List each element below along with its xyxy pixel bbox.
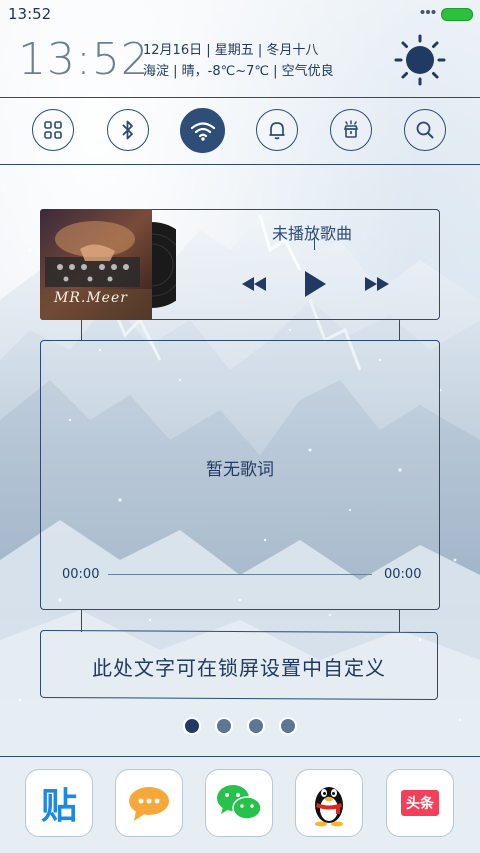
bell-icon — [269, 122, 285, 140]
bluetooth-icon — [122, 120, 133, 140]
lockscreen-header: 13:52 12月16日 | 星期五 | 冬月十八 海淀 | 晴，-8℃~7℃ … — [0, 28, 480, 98]
battery-icon — [441, 8, 473, 21]
wifi-icon — [190, 121, 215, 141]
status-bar: 13:52 — [0, 0, 480, 28]
play-icon[interactable] — [302, 269, 328, 299]
toggle-search[interactable] — [404, 109, 446, 151]
progress-bar[interactable] — [108, 574, 372, 575]
card-connector — [81, 320, 82, 341]
chat-bubble-icon — [129, 787, 169, 821]
status-time: 13:52 — [8, 5, 52, 23]
app-wechat[interactable] — [205, 769, 273, 837]
clock: 13:52 — [18, 34, 150, 85]
card-connector — [399, 610, 400, 632]
sun-icon — [394, 34, 446, 86]
album-art[interactable]: MR.Meer — [40, 209, 152, 320]
page-dot-active[interactable] — [183, 717, 201, 735]
app-dock: 贴 头条 — [0, 757, 480, 853]
divider — [0, 164, 480, 165]
date-line: 12月16日 | 星期五 | 冬月十八 — [143, 43, 319, 58]
toutiao-icon: 头条 — [401, 790, 439, 816]
tieba-icon: 贴 — [40, 786, 77, 827]
toggle-wifi[interactable] — [180, 108, 225, 153]
app-qq[interactable] — [295, 769, 363, 837]
more-dots-icon — [420, 10, 436, 14]
wechat-icon — [217, 785, 262, 820]
custom-text: 此处文字可在锁屏设置中自定义 — [92, 656, 386, 680]
page-dot[interactable] — [215, 717, 233, 735]
toggle-notification[interactable] — [256, 109, 298, 151]
toggle-apps-grid[interactable] — [32, 109, 74, 151]
lyrics-text: 暂无歌词 — [206, 460, 274, 480]
page-dot[interactable] — [279, 717, 297, 735]
search-icon — [416, 121, 434, 139]
app-chat-bubble[interactable] — [115, 769, 183, 837]
time-total: 00:00 — [384, 567, 422, 582]
toggle-flashlight[interactable] — [330, 109, 372, 151]
fast-forward-icon[interactable] — [363, 275, 391, 293]
song-title: 未播放歌曲 — [272, 224, 353, 243]
title-cursor — [314, 238, 315, 250]
rewind-icon[interactable] — [240, 275, 268, 293]
apps-grid-icon — [44, 121, 62, 139]
qq-penguin-icon — [315, 787, 343, 827]
card-connector — [81, 610, 82, 632]
weather-line: 海淀 | 晴，-8℃~7℃ | 空气优良 — [143, 64, 334, 79]
flashlight-icon — [343, 120, 359, 138]
page-indicator — [0, 716, 480, 736]
card-connector — [399, 320, 400, 341]
app-toutiao[interactable]: 头条 — [386, 769, 454, 837]
quick-toggles — [0, 98, 480, 164]
app-tieba[interactable]: 贴 — [25, 769, 93, 837]
album-caption: MR.Meer — [54, 290, 128, 306]
vinyl-record-icon — [151, 222, 176, 308]
time-elapsed: 00:00 — [62, 567, 100, 582]
page-dot[interactable] — [247, 717, 265, 735]
toggle-bluetooth[interactable] — [107, 109, 149, 151]
